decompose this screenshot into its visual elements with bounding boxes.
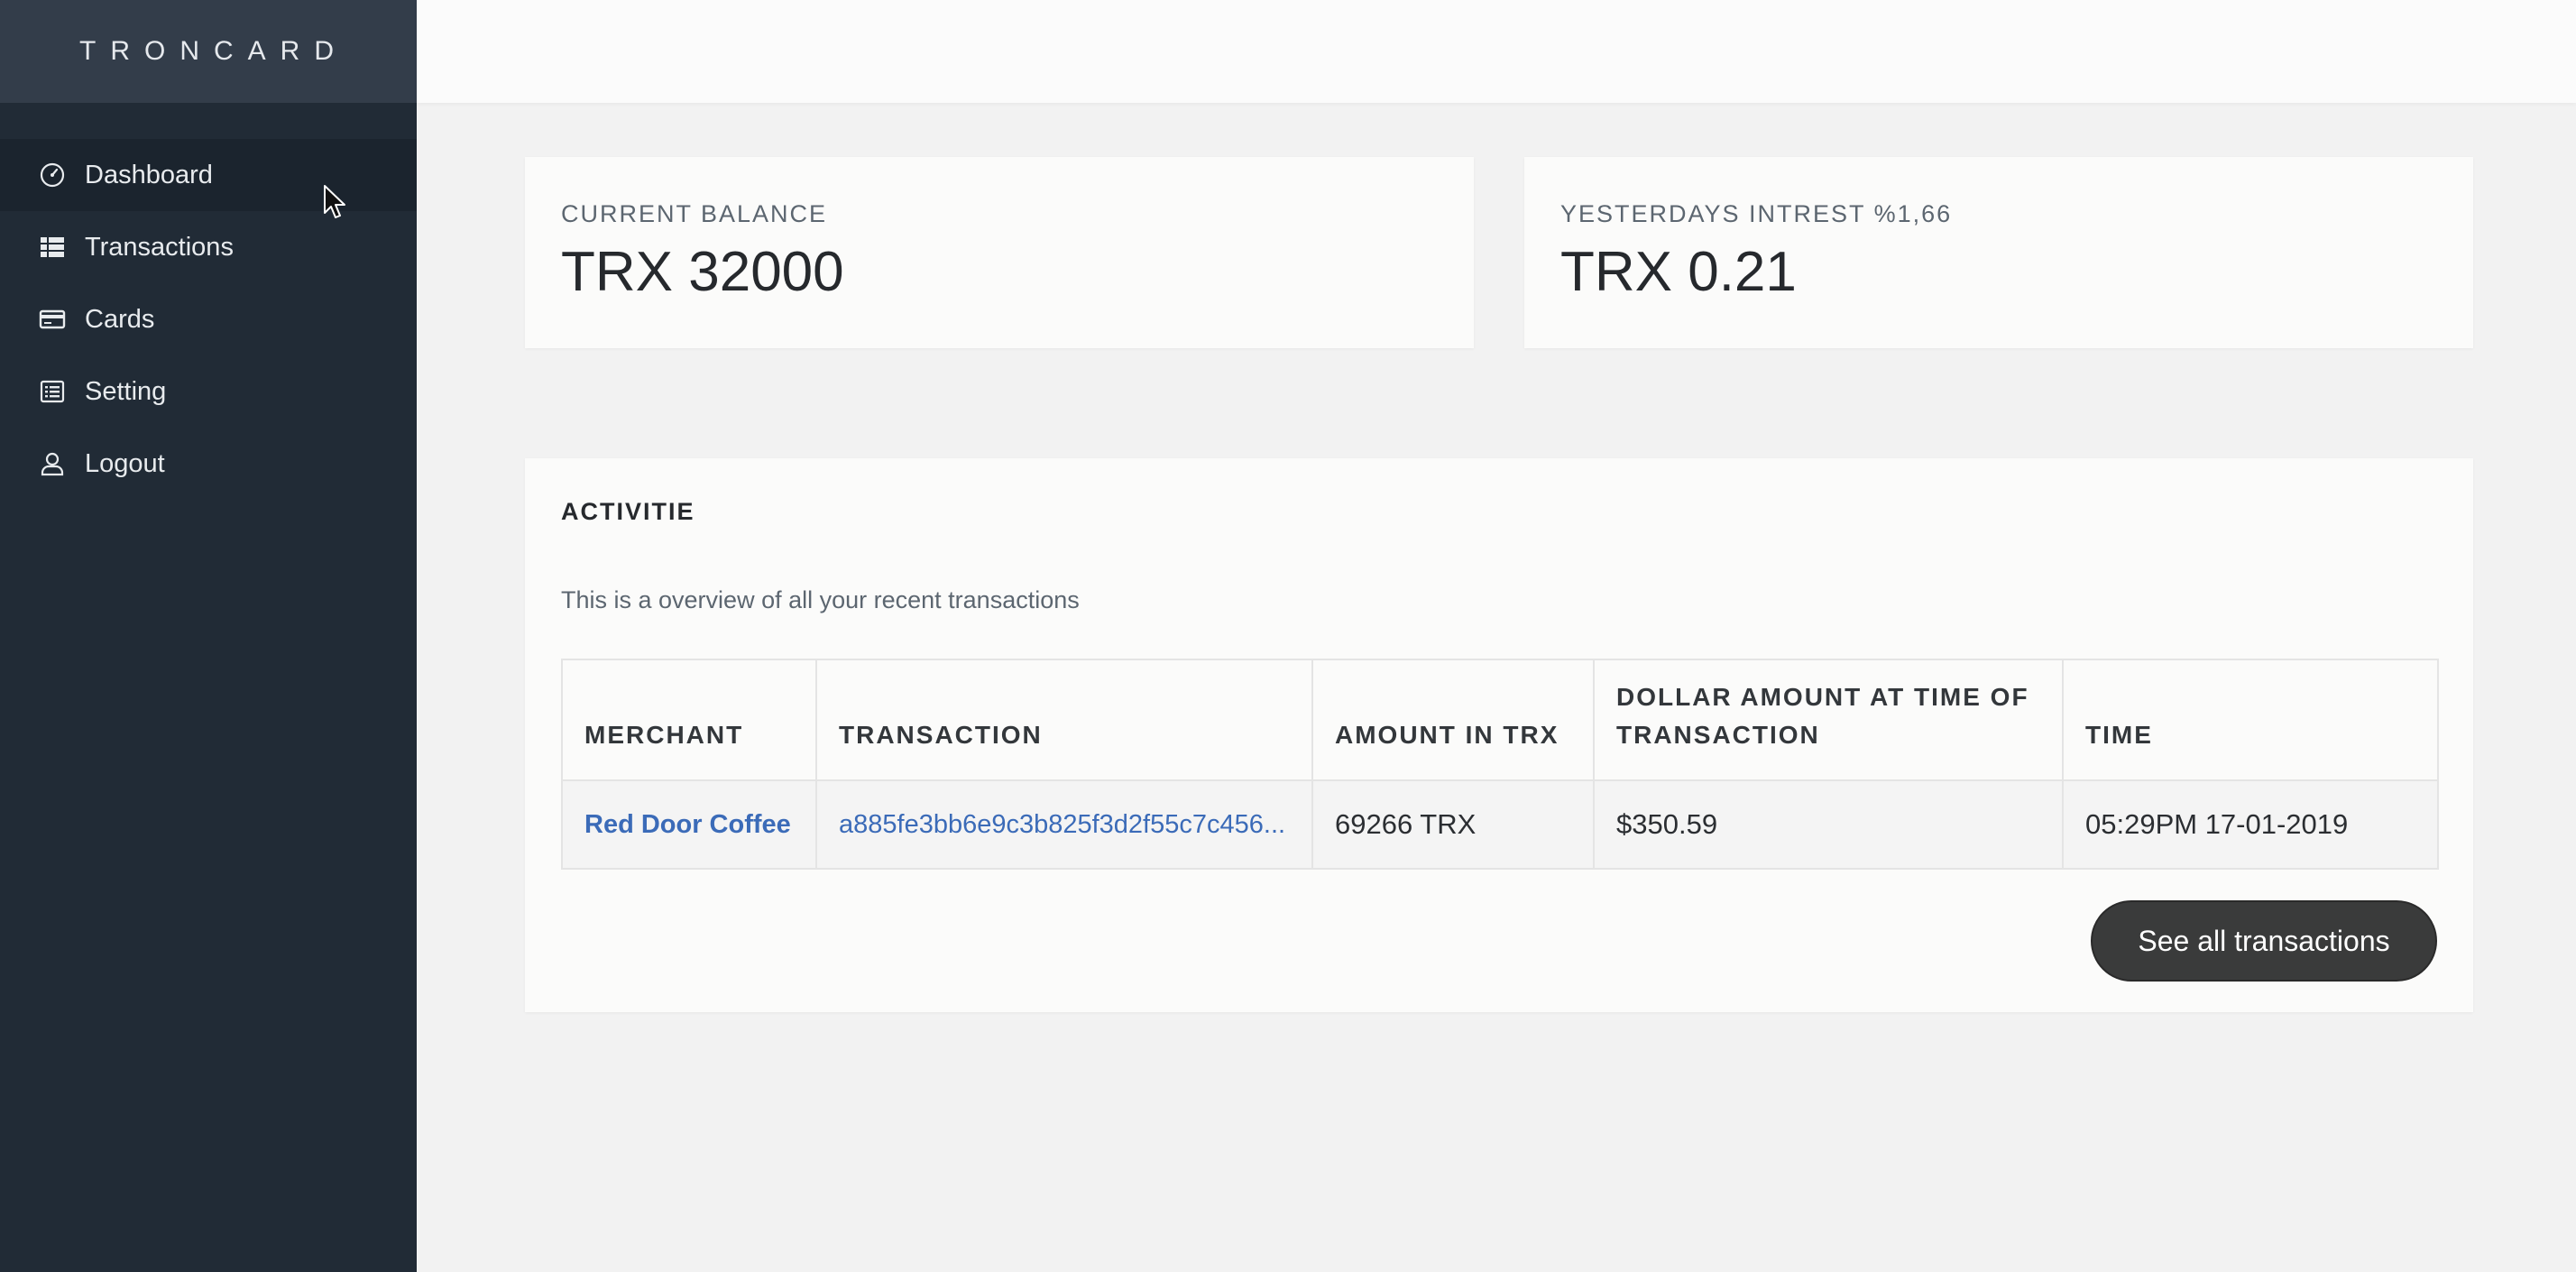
- table-row: Red Door Coffee a885fe3bb6e9c3b825f3d2f5…: [561, 779, 2439, 870]
- sidebar-item-dashboard[interactable]: Dashboard: [0, 139, 417, 211]
- current-balance-card: CURRENT BALANCE TRX 32000: [525, 157, 1474, 348]
- activity-card: ACTIVITIE This is a overview of all your…: [525, 458, 2473, 1012]
- dollar-amount-cell: $350.59: [1593, 779, 2064, 870]
- sidebar-item-label: Dashboard: [85, 160, 213, 189]
- activity-title: ACTIVITIE: [561, 498, 695, 525]
- time-cell: 05:29PM 17-01-2019: [2062, 779, 2439, 870]
- interest-card: YESTERDAYS INTREST %1,66 TRX 0.21: [1524, 157, 2473, 348]
- sidebar-item-transactions[interactable]: Transactions: [0, 211, 417, 283]
- mouse-cursor-icon: [324, 185, 345, 218]
- sidebar-item-cards[interactable]: Cards: [0, 283, 417, 355]
- interest-value: TRX 0.21: [1560, 241, 1797, 303]
- speedometer-icon: [38, 161, 67, 189]
- sidebar-nav: Dashboard Transactions Cards Setting Log…: [0, 139, 417, 500]
- sidebar-item-label: Cards: [85, 304, 155, 334]
- sidebar-item-setting[interactable]: Setting: [0, 355, 417, 428]
- amount-trx-cell: 69266 TRX: [1311, 779, 1595, 870]
- credit-card-icon: [38, 305, 67, 334]
- top-bar: [417, 0, 2576, 103]
- sidebar-item-label: Transactions: [85, 232, 234, 262]
- list-icon: [38, 233, 67, 262]
- user-icon: [38, 449, 67, 478]
- transaction-hash-link[interactable]: a885fe3bb6e9c3b825f3d2f55c7c456...: [815, 779, 1313, 870]
- current-balance-label: CURRENT BALANCE: [561, 200, 828, 227]
- brand-logo: TRONCARD: [0, 0, 417, 103]
- sidebar-item-label: Setting: [85, 376, 167, 406]
- activity-description: This is a overview of all your recent tr…: [561, 586, 1080, 613]
- sidebar-item-label: Logout: [85, 448, 165, 478]
- see-all-transactions-button[interactable]: See all transactions: [2091, 900, 2437, 982]
- app-root: TRONCARD Dashboard Transactions Cards Se…: [0, 0, 2576, 1272]
- settings-list-icon: [38, 377, 67, 406]
- table-header-row: MERCHANT TRANSACTION AMOUNT IN TRX DOLLA…: [561, 659, 2439, 781]
- sidebar: TRONCARD Dashboard Transactions Cards Se…: [0, 0, 417, 1272]
- sidebar-item-logout[interactable]: Logout: [0, 428, 417, 500]
- column-header-dollar-amount: DOLLAR AMOUNT AT TIME OF TRANSACTION: [1593, 659, 2064, 781]
- interest-label: YESTERDAYS INTREST %1,66: [1560, 200, 1953, 227]
- transactions-table: MERCHANT TRANSACTION AMOUNT IN TRX DOLLA…: [561, 659, 2439, 870]
- column-header-merchant: MERCHANT: [561, 659, 817, 781]
- current-balance-value: TRX 32000: [561, 241, 844, 303]
- column-header-amount-trx: AMOUNT IN TRX: [1311, 659, 1595, 781]
- merchant-link[interactable]: Red Door Coffee: [561, 779, 817, 870]
- column-header-time: TIME: [2062, 659, 2439, 781]
- column-header-transaction: TRANSACTION: [815, 659, 1313, 781]
